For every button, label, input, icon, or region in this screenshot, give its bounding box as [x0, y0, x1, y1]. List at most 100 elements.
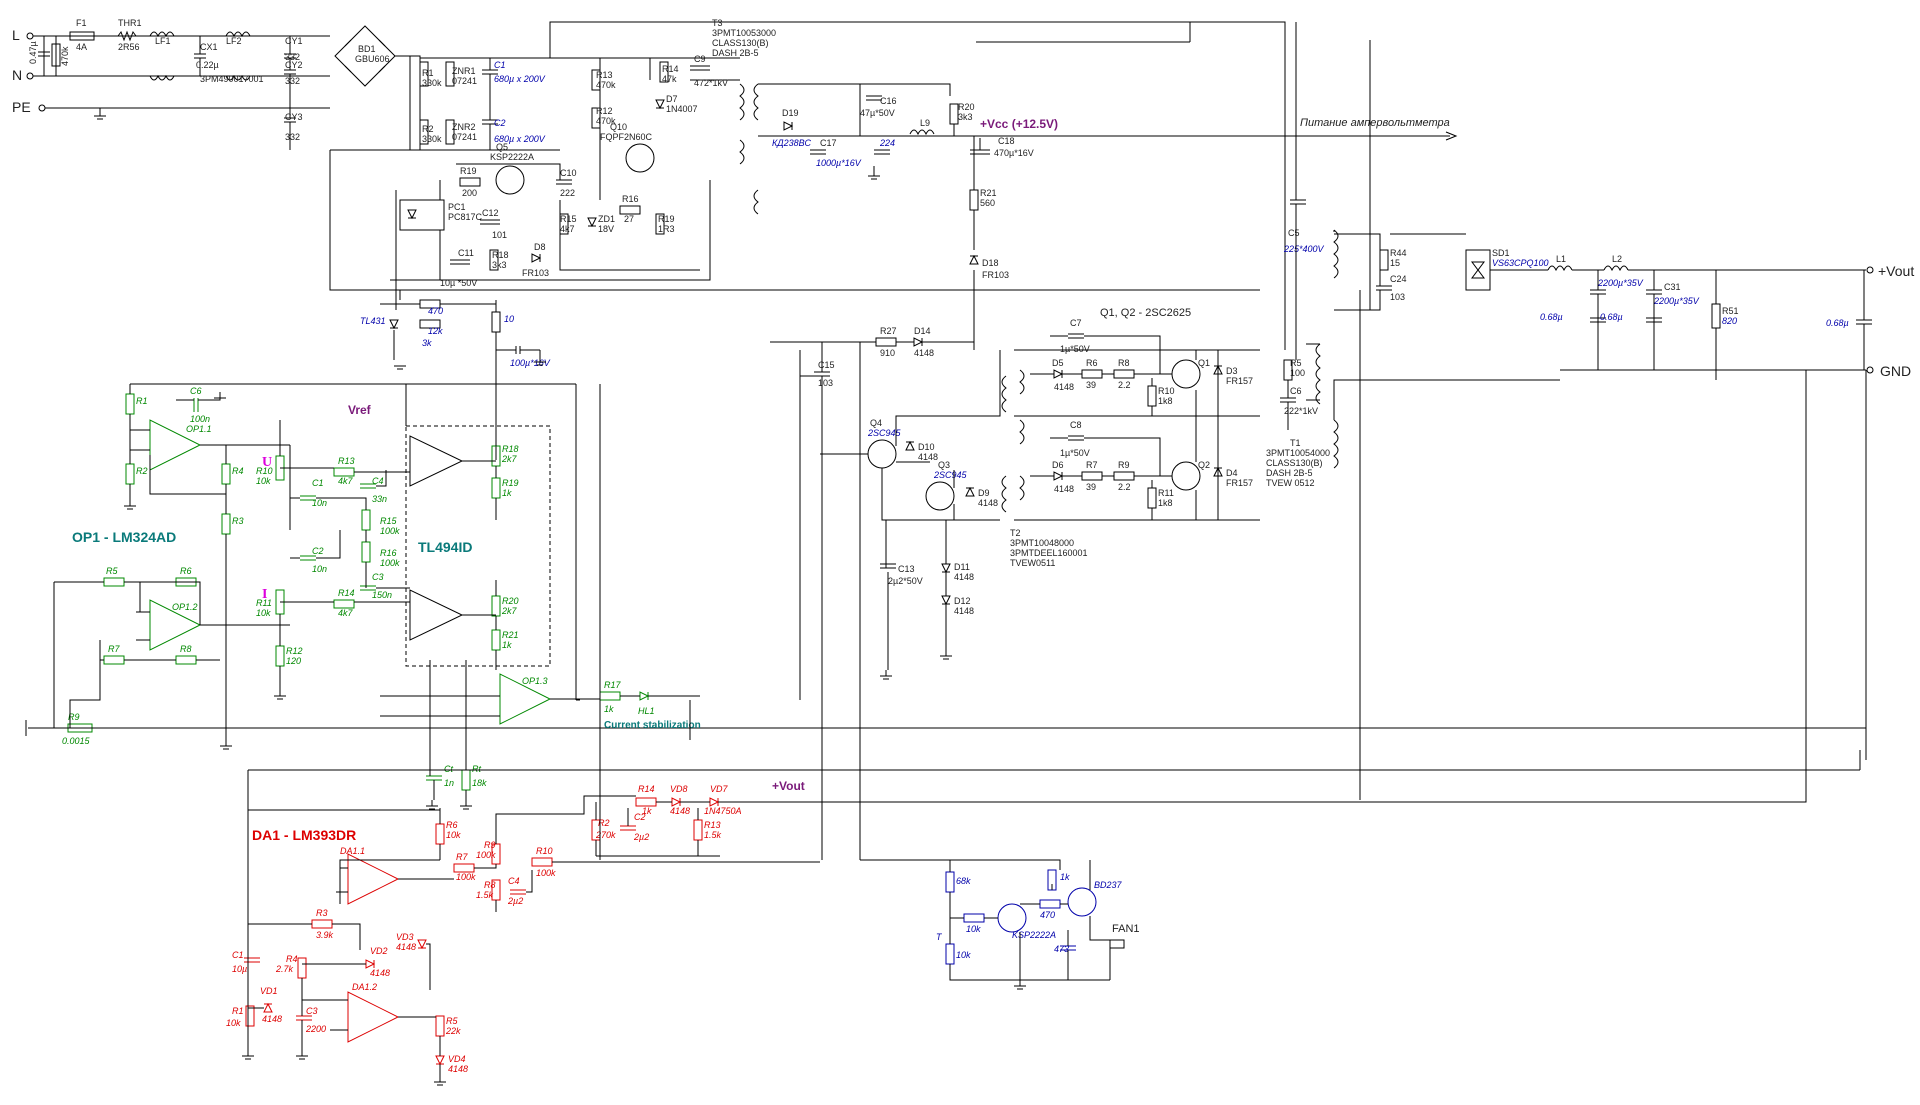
vd2-value: 4148	[370, 968, 390, 978]
resistor-r21c	[491, 629, 501, 651]
resistor-rt	[461, 769, 471, 791]
q5-label: Q5	[496, 142, 508, 152]
lf2-label: LF2	[226, 36, 242, 46]
cap-ct	[426, 775, 442, 781]
r12c-value: 120	[286, 656, 301, 666]
resistor-r16c	[361, 541, 371, 563]
diode-d14	[913, 337, 924, 347]
current-stab-label: Current stabilization	[604, 720, 701, 731]
resistor-r7c	[103, 655, 125, 665]
d4-label: D4	[1226, 468, 1238, 478]
d19-value: КД238ВС	[772, 138, 811, 148]
c9-label: C9	[694, 54, 706, 64]
vd3-value: 4148	[396, 942, 416, 952]
d7-label: D7	[666, 94, 678, 104]
resistor-r4r	[297, 957, 307, 979]
resistor-r5r	[435, 1015, 445, 1037]
tl431-wires	[380, 290, 516, 460]
pe-ground	[94, 108, 106, 120]
diode-d19	[783, 121, 794, 131]
c24-label: C24	[1390, 274, 1407, 284]
inductor-l2	[1603, 265, 1629, 272]
c6o-label: C6	[1290, 386, 1302, 396]
r19c-value: 1k	[502, 488, 512, 498]
c17-label: C17	[820, 138, 837, 148]
resistor-r15c	[361, 509, 371, 531]
resistor-r17c	[599, 691, 621, 701]
t2-part2: 3PMTDEEL160001	[1010, 548, 1088, 558]
vcc-label: +Vcc (+12.5V)	[980, 117, 1058, 131]
d10-value: 4148	[918, 452, 938, 462]
r9d-value: 2.2	[1118, 482, 1131, 492]
d9-label: D9	[978, 488, 990, 498]
cy3-label: CY3	[285, 112, 303, 122]
c5-value: 225*400V	[1283, 244, 1325, 254]
resistor-r1c	[125, 393, 135, 415]
r4c-label: R4	[232, 466, 244, 476]
r470-value: 470	[428, 306, 443, 316]
r10c-label: R10	[256, 466, 273, 476]
r6d-value: 39	[1086, 380, 1096, 390]
diode-d9	[965, 486, 975, 497]
c2-label: C2	[494, 118, 506, 128]
transformer-t1	[1315, 229, 1339, 469]
t3-class: CLASS130(B)	[712, 38, 769, 48]
r10d-value: 1k8	[1158, 396, 1173, 406]
r1c-label: R1	[136, 396, 148, 406]
sd1-label: SD1	[1492, 248, 1510, 258]
r13r-value: 1.5k	[704, 830, 722, 840]
lf2-value: 3PM490017001	[200, 74, 264, 84]
transistor-q1	[1171, 359, 1201, 389]
c2r-label: C2	[634, 812, 646, 822]
vd8-value: 4148	[670, 806, 690, 816]
t1-dash: DASH 2B-5	[1266, 468, 1313, 478]
vout-label: +Vout	[1878, 263, 1914, 279]
znr1-value: 07241	[452, 76, 477, 86]
r19p-value: 200	[462, 188, 477, 198]
r44-label: R44	[1390, 248, 1407, 258]
optocoupler-pc1	[399, 199, 445, 231]
t1-label: T1	[1290, 438, 1301, 448]
sd1-diodes	[1471, 261, 1485, 279]
r14p-label: R14	[662, 64, 679, 74]
resistor-r5c	[103, 577, 125, 587]
r10r-value: 100k	[536, 868, 556, 878]
c4c-label: C4	[372, 476, 384, 486]
r1r-label: R1	[232, 1006, 244, 1016]
schematic-diagram: L N PE 0.47µ 470k F1 4A THR1 2R56 LF1 CX…	[12, 18, 1914, 1086]
r16p-label: R16	[622, 194, 639, 204]
r13p-label: R13	[596, 70, 613, 80]
cy1-label: CY1	[285, 36, 303, 46]
r3c-label: R3	[232, 516, 244, 526]
c31-value: 2200µ*35V	[1653, 296, 1700, 306]
da1-header: DA1 - LM393DR	[252, 827, 356, 843]
c8-value: 1µ*50V	[1060, 448, 1090, 458]
transistor-bd237	[1067, 887, 1097, 917]
cap-c10	[556, 179, 572, 185]
cap-out1	[1590, 289, 1606, 295]
r18p-label: R18	[492, 250, 509, 260]
c1c-value: 10n	[312, 498, 327, 508]
diode-d11	[941, 563, 951, 574]
d12-label: D12	[954, 596, 971, 606]
t3-part: 3PMT10053000	[712, 28, 776, 38]
t3-label: T3	[712, 18, 723, 28]
c1-label: C1	[494, 60, 506, 70]
r2c-label: R2	[136, 466, 148, 476]
pc1-label: PC1	[448, 202, 466, 212]
q1-label: Q1	[1198, 358, 1210, 368]
terminal-l: L	[12, 27, 20, 43]
r21c-label: R21	[502, 630, 519, 640]
r2-label: R2	[422, 124, 434, 134]
terminal-n-pin	[26, 72, 34, 80]
r13c-label: R13	[338, 456, 355, 466]
d11-value: 4148	[954, 572, 974, 582]
cap-c12	[480, 219, 500, 225]
ct-value: 1n	[444, 778, 454, 788]
cap-c2c	[300, 555, 316, 561]
cap-c7	[1068, 333, 1084, 339]
diode-d12	[941, 595, 951, 606]
zener-zd1	[587, 217, 597, 228]
thr1-value: 2R56	[118, 42, 140, 52]
c3c-value: 150n	[372, 590, 392, 600]
